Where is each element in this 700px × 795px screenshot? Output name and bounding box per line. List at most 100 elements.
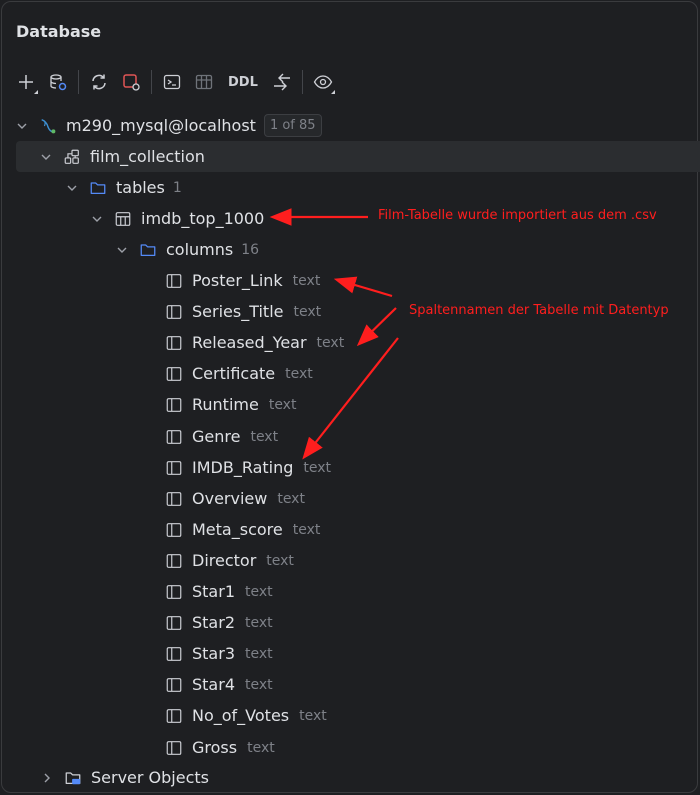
column-name: Star3 xyxy=(192,644,235,663)
tables-folder-label: tables xyxy=(116,178,165,197)
column-icon xyxy=(164,613,184,633)
annotation-columns-note: Spaltennamen der Tabelle mit Datentyp xyxy=(409,303,669,318)
column-type: text xyxy=(250,428,279,445)
tree-node-column[interactable]: Genre text xyxy=(0,421,700,452)
column-icon xyxy=(164,582,184,602)
column-type: text xyxy=(292,521,321,538)
tree-node-column[interactable]: Overview text xyxy=(0,483,700,514)
column-name: Gross xyxy=(192,738,238,757)
column-icon xyxy=(164,458,184,478)
chevron-down-icon[interactable] xyxy=(14,118,30,134)
tree-node-column[interactable]: Meta_score text xyxy=(0,514,700,545)
columns-count: 16 xyxy=(241,241,260,258)
panel-title: Database xyxy=(16,22,102,41)
column-name: IMDB_Rating xyxy=(192,458,294,477)
column-type: text xyxy=(245,583,273,600)
column-icon xyxy=(164,520,184,540)
view-options-icon[interactable] xyxy=(307,66,339,98)
tree-node-column[interactable]: Star4 text xyxy=(0,669,700,700)
column-name: Director xyxy=(192,551,257,570)
server-objects-folder-icon xyxy=(63,768,83,788)
columns-folder-label: columns xyxy=(166,240,234,259)
column-icon xyxy=(164,333,184,353)
column-type: text xyxy=(266,552,294,569)
toolbar: DDL xyxy=(10,66,339,98)
console-icon[interactable] xyxy=(156,66,188,98)
ddl-label: DDL xyxy=(228,74,258,90)
tree-node-column[interactable]: Star3 text xyxy=(0,638,700,669)
chevron-down-icon[interactable] xyxy=(38,149,54,165)
chevron-down-icon[interactable] xyxy=(114,242,130,258)
column-type: text xyxy=(303,459,332,476)
tree-node-column[interactable]: Director text xyxy=(0,545,700,576)
column-name: Runtime xyxy=(192,395,259,414)
column-icon xyxy=(164,427,184,447)
column-icon xyxy=(164,302,184,322)
column-type: text xyxy=(277,490,305,507)
column-name: No_of_Votes xyxy=(192,706,290,725)
table-editor-icon[interactable] xyxy=(188,66,220,98)
tree-node-column[interactable]: Certificate text xyxy=(0,358,700,389)
jump-to-source-icon[interactable] xyxy=(266,66,298,98)
column-type: text xyxy=(245,614,273,631)
folder-icon xyxy=(88,178,108,198)
column-name: Certificate xyxy=(192,364,276,383)
tree-node-tables-folder[interactable]: tables 1 xyxy=(0,172,700,203)
tree-node-column[interactable]: IMDB_Rating text xyxy=(0,452,700,483)
column-type: text xyxy=(299,707,327,724)
column-type: text xyxy=(245,645,273,662)
tree-node-column[interactable]: Released_Year text xyxy=(0,327,700,358)
column-name: Star2 xyxy=(192,613,235,632)
chevron-right-icon[interactable] xyxy=(39,770,55,786)
column-name: Star1 xyxy=(192,582,235,601)
table-label: imdb_top_1000 xyxy=(141,209,265,228)
column-icon xyxy=(164,738,184,758)
column-name: Released_Year xyxy=(192,333,307,352)
column-name: Genre xyxy=(192,427,241,446)
datasource-properties-icon[interactable] xyxy=(42,66,74,98)
toolbar-separator xyxy=(301,70,303,94)
tree-node-column[interactable]: Star2 text xyxy=(0,607,700,638)
tables-count: 1 xyxy=(172,179,182,196)
schema-count-badge[interactable]: 1 of 85 xyxy=(263,114,322,137)
schema-label: film_collection xyxy=(90,147,205,166)
connection-label: m290_mysql@localhost xyxy=(66,116,256,135)
refresh-icon[interactable] xyxy=(83,66,115,98)
column-icon xyxy=(164,271,184,291)
column-icon xyxy=(164,395,184,415)
column-name: Overview xyxy=(192,489,268,508)
table-icon xyxy=(113,209,133,229)
tree-node-server-objects[interactable]: Server Objects xyxy=(0,762,700,793)
add-icon[interactable] xyxy=(10,66,42,98)
tree-node-schema[interactable]: film_collection xyxy=(16,141,700,172)
column-icon xyxy=(164,551,184,571)
tree-node-connection[interactable]: m290_mysql@localhost 1 of 85 xyxy=(0,110,700,141)
toolbar-separator xyxy=(151,70,152,94)
tree-node-column[interactable]: Poster_Link text xyxy=(0,265,700,296)
column-type: text xyxy=(245,676,273,693)
ddl-button[interactable]: DDL xyxy=(220,66,266,98)
folder-icon xyxy=(138,240,158,260)
column-type: text xyxy=(316,334,345,351)
tree-node-column[interactable]: Runtime text xyxy=(0,389,700,420)
schema-icon xyxy=(62,147,82,167)
column-type: text xyxy=(293,303,322,320)
chevron-down-icon[interactable] xyxy=(89,211,105,227)
tree-node-column[interactable]: No_of_Votes text xyxy=(0,700,700,731)
column-icon xyxy=(164,675,184,695)
tree-node-column[interactable]: Star1 text xyxy=(0,576,700,607)
chevron-down-icon[interactable] xyxy=(64,180,80,196)
tree-node-column[interactable]: Gross text xyxy=(0,732,700,763)
toolbar-separator xyxy=(78,70,79,94)
annotation-table-note: Film-Tabelle wurde importiert aus dem .c… xyxy=(378,208,657,223)
mysql-logo-icon xyxy=(38,116,58,136)
column-name: Star4 xyxy=(192,675,235,694)
tree-node-columns-folder[interactable]: columns 16 xyxy=(0,234,700,265)
column-name: Series_Title xyxy=(192,302,284,321)
column-type: text xyxy=(247,739,275,756)
column-icon xyxy=(164,364,184,384)
stop-disconnect-icon[interactable] xyxy=(115,66,147,98)
column-name: Meta_score xyxy=(192,520,283,539)
column-icon xyxy=(164,644,184,664)
server-objects-label: Server Objects xyxy=(91,768,209,787)
